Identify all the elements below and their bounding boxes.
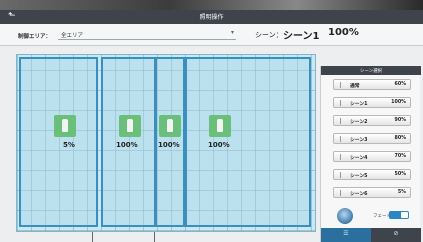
zone-level: 100% bbox=[116, 141, 138, 149]
lighting-zone-4[interactable]: 100% bbox=[185, 57, 311, 227]
lamp-icon bbox=[209, 115, 231, 137]
scene-button-name: シーン2 bbox=[350, 120, 368, 125]
scene-button-percent: 60% bbox=[394, 82, 406, 87]
current-scene-label: シーン： bbox=[255, 31, 283, 39]
zone-level: 100% bbox=[208, 141, 230, 149]
area-select-value: 全エリア bbox=[61, 33, 84, 39]
page-title: 照明操作 bbox=[199, 14, 224, 21]
scene-button-normal[interactable]: 通常 60% bbox=[333, 79, 411, 90]
scene-button-percent: 100% bbox=[391, 100, 406, 105]
scene-button-5[interactable]: シーン5 50% bbox=[333, 169, 411, 180]
zone-level: 100% bbox=[158, 141, 180, 149]
scene-button-2[interactable]: シーン2 90% bbox=[333, 115, 411, 126]
scene-button-1[interactable]: シーン1 100% bbox=[333, 97, 411, 108]
scene-marker-icon bbox=[337, 118, 341, 124]
control-bar: 制御エリア： 全エリア ▾ シーン： シーン1 100% bbox=[0, 24, 423, 46]
lighting-zone-1[interactable]: 5% bbox=[19, 57, 98, 227]
app-screen: ⬑ 照明操作 制御エリア： 全エリア ▾ シーン： シーン1 100% 5% 1… bbox=[0, 10, 423, 242]
scene-button-4[interactable]: シーン4 70% bbox=[333, 151, 411, 162]
scene-marker-icon bbox=[337, 154, 341, 160]
lighting-zone-3[interactable]: 100% bbox=[155, 57, 185, 227]
scene-button-3[interactable]: シーン3 80% bbox=[333, 133, 411, 144]
fade-toggle[interactable] bbox=[389, 211, 409, 219]
scene-panel-header: シーン選択 bbox=[321, 66, 421, 75]
scene-marker-icon bbox=[337, 136, 341, 142]
scene-button-name: シーン5 bbox=[350, 174, 368, 179]
scene-button-percent: 80% bbox=[394, 136, 406, 141]
scene-button-percent: 5% bbox=[397, 190, 406, 195]
current-scene-percent: 100% bbox=[328, 27, 359, 38]
adjust-mode-icon[interactable]: ⊘ bbox=[371, 228, 421, 242]
lighting-zone-2[interactable]: 100% bbox=[101, 57, 156, 227]
lamp-icon bbox=[119, 115, 141, 137]
fade-dial-icon bbox=[337, 208, 353, 224]
scene-button-percent: 50% bbox=[394, 172, 406, 177]
title-bar: ⬑ 照明操作 bbox=[0, 10, 423, 24]
scene-marker-icon bbox=[337, 100, 341, 106]
lamp-icon bbox=[159, 115, 181, 137]
area-select[interactable]: 全エリア ▾ bbox=[58, 29, 236, 40]
scene-button-name: シーン4 bbox=[350, 156, 368, 161]
area-label: 制御エリア： bbox=[18, 34, 52, 40]
zone-level: 5% bbox=[63, 141, 75, 149]
scene-button-percent: 70% bbox=[394, 154, 406, 159]
floor-divider bbox=[154, 232, 155, 242]
scene-panel: シーン選択 通常 60% シーン1 100% シーン2 90% シーン3 80%… bbox=[320, 66, 421, 242]
scene-button-name: 通常 bbox=[350, 84, 360, 89]
floor-divider bbox=[92, 232, 93, 242]
chevron-down-icon: ▾ bbox=[230, 29, 234, 36]
scene-marker-icon bbox=[337, 172, 341, 178]
lamp-icon bbox=[54, 115, 76, 137]
scene-button-percent: 90% bbox=[394, 118, 406, 123]
scene-button-name: シーン1 bbox=[350, 102, 368, 107]
scene-button-name: シーン6 bbox=[350, 192, 368, 197]
scene-mode-icon[interactable]: ☰ bbox=[321, 228, 371, 242]
scene-button-name: シーン3 bbox=[350, 138, 368, 143]
scene-marker-icon bbox=[337, 82, 341, 88]
scene-marker-icon bbox=[337, 190, 341, 196]
panel-footer: ☰ ⊘ bbox=[321, 228, 421, 242]
scene-button-6[interactable]: シーン6 5% bbox=[333, 187, 411, 198]
current-scene-name: シーン1 bbox=[283, 31, 320, 42]
floor-plan: 5% 100% 100% 100% bbox=[16, 54, 316, 232]
